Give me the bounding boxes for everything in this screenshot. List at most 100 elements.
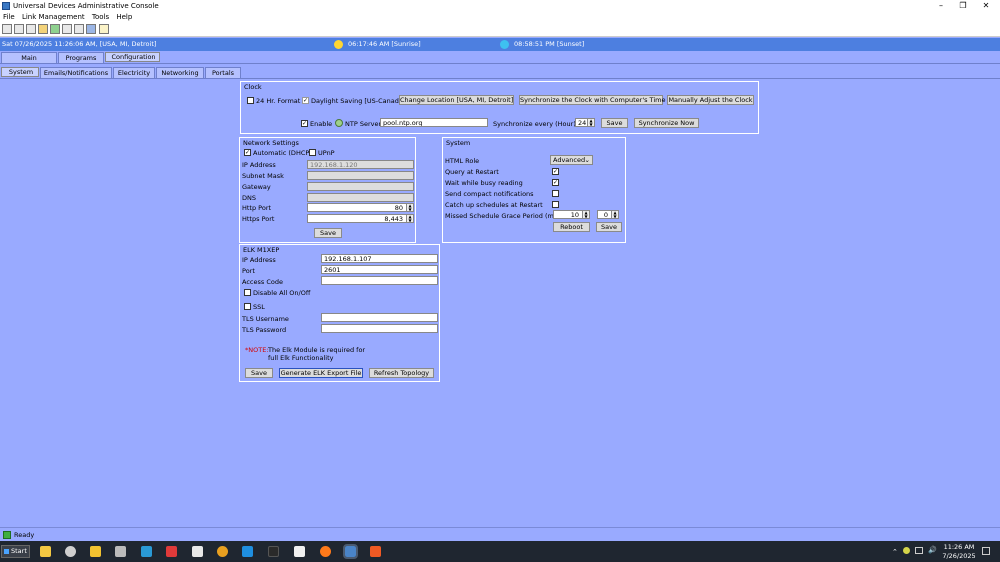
tray-app-icon[interactable]: [903, 547, 910, 554]
network-icon[interactable]: [915, 547, 923, 554]
ssl-checkbox[interactable]: [244, 303, 251, 310]
clock-date[interactable]: 7/26/2025: [942, 552, 976, 560]
app-icon-7[interactable]: [192, 546, 203, 557]
sync-clock-button[interactable]: Synchronize the Clock with Computer's Ti…: [519, 95, 665, 105]
ready-text: Ready: [14, 531, 35, 539]
volume-icon[interactable]: 🔊: [928, 546, 937, 554]
lock-app-icon[interactable]: [90, 546, 101, 557]
maximize-button[interactable]: ❐: [952, 0, 974, 12]
folder-icon[interactable]: [38, 24, 48, 34]
tab-system[interactable]: System: [1, 67, 39, 77]
tab-main[interactable]: Main: [1, 52, 57, 63]
manual-adjust-button[interactable]: Manually Adjust the Clock: [667, 95, 754, 105]
ntp-server-input[interactable]: pool.ntp.org: [380, 118, 488, 127]
menu-file[interactable]: File: [3, 13, 15, 21]
spinner-arrows-icon[interactable]: ▲ ▼: [582, 211, 589, 218]
elk-title: ELK M1XEP: [243, 246, 280, 254]
sync-now-button[interactable]: Synchronize Now: [634, 118, 699, 128]
tab-electricity[interactable]: Electricity: [113, 67, 155, 78]
app-icon-10[interactable]: [268, 546, 279, 557]
ntp-save-button[interactable]: Save: [601, 118, 628, 128]
system-save-button[interactable]: Save: [596, 222, 622, 232]
close-button[interactable]: ✕: [975, 0, 997, 12]
start-button[interactable]: Start: [1, 545, 30, 558]
spinner-arrows-icon[interactable]: ▲ ▼: [406, 215, 413, 222]
ntp-enable-checkbox[interactable]: ✓: [301, 120, 308, 127]
main-tab-bar: Main Programs Configuration: [0, 52, 1000, 64]
query-restart-checkbox[interactable]: ✓: [552, 168, 559, 175]
spinner-arrows-icon[interactable]: ▲ ▼: [587, 119, 594, 126]
dst-checkbox[interactable]: ✓: [302, 97, 309, 104]
file-explorer-icon[interactable]: [40, 546, 51, 557]
sun-icon: [334, 40, 343, 49]
tab-emails-notifications[interactable]: Emails/Notifications: [40, 67, 112, 78]
minimize-button[interactable]: –: [930, 0, 952, 12]
upnp-label: UPnP: [318, 149, 335, 157]
dns-field[interactable]: [307, 193, 414, 202]
tray-chevron-icon[interactable]: ⌃: [892, 548, 898, 556]
edge-icon[interactable]: [242, 546, 253, 557]
chart-icon[interactable]: [86, 24, 96, 34]
network-save-button[interactable]: Save: [314, 228, 342, 238]
tab-networking[interactable]: Networking: [156, 67, 204, 78]
sync-every-stepper[interactable]: 24 ▲ ▼: [575, 118, 595, 127]
tab-portals[interactable]: Portals: [205, 67, 241, 78]
elk-save-button[interactable]: Save: [245, 368, 273, 378]
clock-title: Clock: [244, 83, 262, 91]
ip-address-field[interactable]: 192.168.1.120: [307, 160, 414, 169]
app-icon-5[interactable]: [141, 546, 152, 557]
html-role-select[interactable]: Advanced ⌄: [550, 155, 593, 165]
app-icon-11[interactable]: [294, 546, 305, 557]
app-icon-6[interactable]: [166, 546, 177, 557]
ready-icon: [3, 531, 11, 539]
query-icon[interactable]: [62, 24, 72, 34]
change-location-button[interactable]: Change Location [USA, MI, Detroit]: [399, 95, 514, 105]
tab-configuration[interactable]: Configuration: [105, 52, 160, 62]
refresh-topology-button[interactable]: Refresh Topology: [369, 368, 434, 378]
24hr-checkbox[interactable]: [247, 97, 254, 104]
http-port-stepper[interactable]: 80 ▲ ▼: [307, 203, 414, 212]
link-icon[interactable]: [74, 24, 84, 34]
chrome-icon[interactable]: [217, 546, 228, 557]
send-compact-checkbox[interactable]: [552, 190, 559, 197]
app-icon-2[interactable]: [65, 546, 76, 557]
dhcp-checkbox[interactable]: ✓: [244, 149, 251, 156]
collapse-icon[interactable]: [14, 24, 24, 34]
gateway-field[interactable]: [307, 182, 414, 191]
generate-elk-export-button[interactable]: Generate ELK Export File: [279, 368, 363, 378]
subnet-field[interactable]: [307, 171, 414, 180]
upnp-checkbox[interactable]: [309, 149, 316, 156]
expand-icon[interactable]: [2, 24, 12, 34]
tls-password-input[interactable]: [321, 324, 438, 333]
menu-link-management[interactable]: Link Management: [22, 13, 85, 21]
notes-icon[interactable]: [99, 24, 109, 34]
refresh-icon[interactable]: [50, 24, 60, 34]
ntp-server-label: NTP Server: [345, 120, 382, 128]
elk-port-label: Port: [242, 267, 255, 275]
app-icon-14[interactable]: [370, 546, 381, 557]
tls-username-input[interactable]: [321, 313, 438, 322]
24hr-label: 24 Hr. Format: [256, 97, 301, 105]
tab-programs[interactable]: Programs: [58, 52, 104, 63]
https-port-stepper[interactable]: 8,443 ▲ ▼: [307, 214, 414, 223]
menu-tools[interactable]: Tools: [92, 13, 109, 21]
reboot-button[interactable]: Reboot: [553, 222, 590, 232]
firefox-icon[interactable]: [320, 546, 331, 557]
plane-app-icon[interactable]: [115, 546, 126, 557]
wait-busy-checkbox[interactable]: ✓: [552, 179, 559, 186]
grace-seconds-stepper[interactable]: 0 ▲ ▼: [597, 210, 619, 219]
tree-icon[interactable]: [26, 24, 36, 34]
menu-help[interactable]: Help: [116, 13, 132, 21]
elk-port-input[interactable]: 2601: [321, 265, 438, 274]
spinner-arrows-icon[interactable]: ▲ ▼: [611, 211, 618, 218]
grace-minutes-stepper[interactable]: 10 ▲ ▼: [553, 210, 590, 219]
disable-all-checkbox[interactable]: [244, 289, 251, 296]
clock-panel: Clock 24 Hr. Format ✓ Daylight Saving [U…: [240, 81, 759, 134]
elk-access-input[interactable]: [321, 276, 438, 285]
notification-icon[interactable]: [982, 547, 990, 555]
admin-console-taskbar-icon[interactable]: [343, 544, 358, 559]
clock-time[interactable]: 11:26 AM: [942, 543, 976, 551]
elk-ip-input[interactable]: 192.168.1.107: [321, 254, 438, 263]
catch-up-checkbox[interactable]: [552, 201, 559, 208]
spinner-arrows-icon[interactable]: ▲ ▼: [406, 204, 413, 211]
